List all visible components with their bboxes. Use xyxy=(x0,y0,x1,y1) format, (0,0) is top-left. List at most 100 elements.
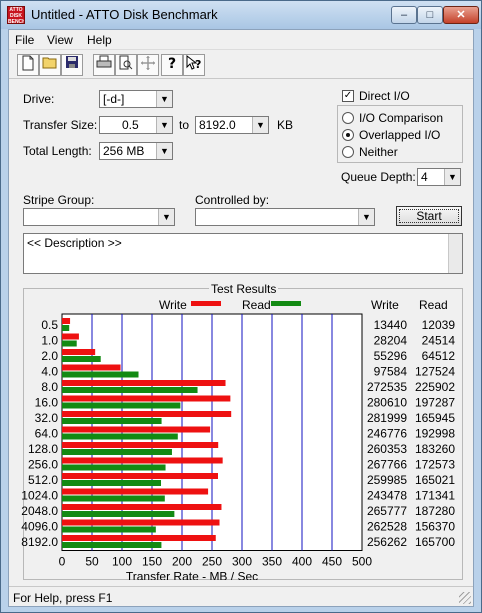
transfer-size-label: Transfer Size: xyxy=(23,118,98,132)
x-tick-label: 100 xyxy=(112,555,132,569)
app-icon[interactable]: ATTO DISK BENCH xyxy=(7,6,25,24)
io-comparison-label[interactable]: I/O Comparison xyxy=(359,111,443,125)
io-comparison-radio[interactable] xyxy=(342,112,354,124)
chevron-down-icon[interactable]: ▼ xyxy=(156,143,172,159)
read-bar xyxy=(62,371,139,378)
read-value-label: 192998 xyxy=(415,427,455,441)
menu-file[interactable]: File xyxy=(15,33,34,47)
context-help-icon[interactable]: ? xyxy=(183,54,205,76)
y-tick-label: 512.0 xyxy=(28,473,58,487)
y-tick-label: 1.0 xyxy=(41,334,58,348)
x-tick-label: 0 xyxy=(59,555,66,569)
write-bar xyxy=(62,473,218,479)
x-tick-label: 500 xyxy=(352,555,372,569)
resize-grip-icon[interactable] xyxy=(459,592,471,604)
chevron-down-icon[interactable]: ▼ xyxy=(358,209,374,225)
read-bar xyxy=(62,325,70,331)
read-value-label: 225902 xyxy=(415,380,455,394)
chevron-down-icon[interactable]: ▼ xyxy=(444,169,460,185)
write-bar xyxy=(62,519,220,526)
svg-text:?: ? xyxy=(195,58,201,71)
close-button[interactable]: ✕ xyxy=(443,6,479,24)
total-length-select[interactable]: 256 MB ▼ xyxy=(99,142,173,160)
menu-view[interactable]: View xyxy=(47,33,73,47)
description-text: << Description >> xyxy=(27,236,122,250)
read-bar xyxy=(62,340,77,347)
svg-text:?: ? xyxy=(168,56,176,71)
read-value-label: 172573 xyxy=(415,458,455,472)
neither-radio[interactable] xyxy=(342,146,354,158)
queue-depth-select[interactable]: 4 ▼ xyxy=(417,168,461,186)
chevron-down-icon[interactable]: ▼ xyxy=(156,91,172,107)
write-bar xyxy=(62,426,211,433)
write-bar xyxy=(62,535,216,541)
overlapped-io-radio[interactable] xyxy=(342,129,354,141)
write-value-label: 272535 xyxy=(367,380,407,394)
y-tick-label: 128.0 xyxy=(28,442,58,456)
open-icon[interactable] xyxy=(39,54,61,76)
x-tick-label: 350 xyxy=(262,555,282,569)
write-bar xyxy=(62,380,226,386)
test-results-title: Test Results xyxy=(209,282,279,296)
x-tick-label: 200 xyxy=(172,555,192,569)
overlapped-io-label[interactable]: Overlapped I/O xyxy=(359,128,440,142)
controlled-by-select[interactable]: ▼ xyxy=(195,208,375,226)
drive-select[interactable]: [-d-] ▼ xyxy=(99,90,173,108)
transfer-size-to-select[interactable]: 8192.0 ▼ xyxy=(195,116,269,134)
read-bar xyxy=(62,464,166,471)
chevron-down-icon[interactable]: ▼ xyxy=(156,117,172,133)
y-tick-label: 4.0 xyxy=(41,365,58,379)
minimize-button[interactable]: – xyxy=(391,6,417,24)
read-value-label: 165021 xyxy=(415,473,455,487)
total-length-label: Total Length: xyxy=(23,144,92,158)
chevron-down-icon[interactable]: ▼ xyxy=(252,117,268,133)
write-value-label: 256262 xyxy=(367,535,407,549)
title-bar[interactable]: ATTO DISK BENCH Untitled - ATTO Disk Ben… xyxy=(1,1,481,29)
y-tick-label: 32.0 xyxy=(35,411,59,425)
write-bar xyxy=(62,318,71,324)
description-field[interactable]: << Description >> xyxy=(23,233,463,274)
y-tick-label: 2.0 xyxy=(41,349,58,363)
save-icon[interactable] xyxy=(61,54,83,76)
read-value-label: 12039 xyxy=(422,318,456,332)
x-tick-label: 300 xyxy=(232,555,252,569)
drive-value: [-d-] xyxy=(103,92,125,106)
queue-depth-value: 4 xyxy=(421,170,428,184)
move-icon[interactable] xyxy=(137,54,159,76)
transfer-size-from-select[interactable]: 0.5 ▼ xyxy=(99,116,173,134)
help-icon[interactable]: ? xyxy=(161,54,183,76)
write-bar xyxy=(62,349,96,355)
status-bar: For Help, press F1 xyxy=(9,586,473,606)
print-icon[interactable] xyxy=(93,54,115,76)
read-bar xyxy=(62,433,178,440)
write-value-label: 259985 xyxy=(367,473,407,487)
description-scrollbar[interactable] xyxy=(448,234,462,273)
window-title: Untitled - ATTO Disk Benchmark xyxy=(31,7,218,22)
to-label: to xyxy=(179,118,190,132)
x-tick-label: 250 xyxy=(202,555,222,569)
read-bar xyxy=(62,387,198,393)
neither-label[interactable]: Neither xyxy=(359,145,398,159)
chevron-down-icon[interactable]: ▼ xyxy=(158,209,174,225)
start-button[interactable]: Start xyxy=(396,206,462,226)
menu-help[interactable]: Help xyxy=(87,33,112,47)
write-bar xyxy=(62,504,222,510)
print-preview-icon[interactable] xyxy=(115,54,137,76)
read-bar xyxy=(62,542,162,548)
y-tick-label: 8.0 xyxy=(41,380,58,394)
write-value-label: 267766 xyxy=(367,458,407,472)
y-tick-label: 256.0 xyxy=(28,458,58,472)
y-tick-label: 2048.0 xyxy=(21,504,58,518)
write-value-label: 260353 xyxy=(367,442,407,456)
direct-io-checkbox[interactable]: ✓ xyxy=(342,90,354,102)
results-chart: 0 50 100 150 200 250 300 350 400 450 500 Transfer R… xyxy=(21,313,456,580)
stripe-group-select[interactable]: ▼ xyxy=(23,208,175,226)
write-bar xyxy=(62,333,79,340)
maximize-button[interactable]: □ xyxy=(417,6,443,24)
read-bar xyxy=(62,511,175,517)
drive-label: Drive: xyxy=(23,92,55,106)
x-tick-label: 450 xyxy=(322,555,342,569)
read-value-label: 187280 xyxy=(415,504,455,518)
new-icon[interactable] xyxy=(17,54,39,76)
direct-io-label[interactable]: Direct I/O xyxy=(359,89,410,103)
